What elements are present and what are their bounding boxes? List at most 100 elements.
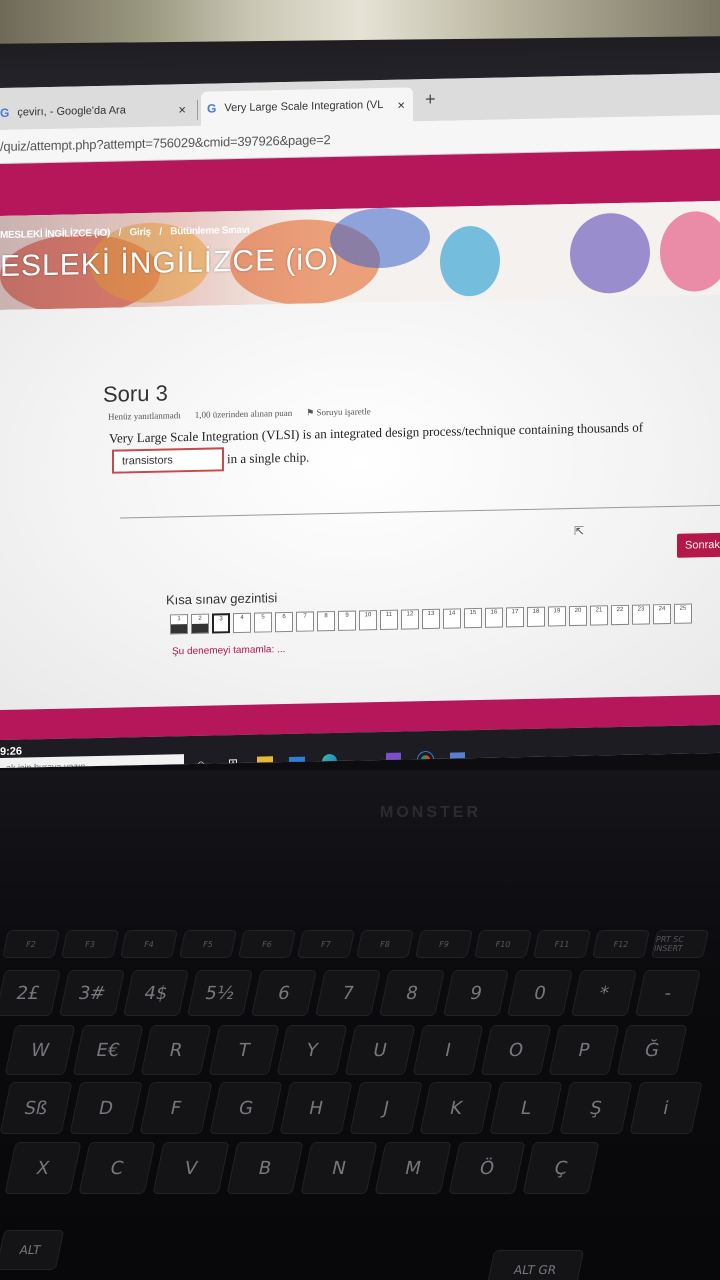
letter-key: Y xyxy=(276,1025,348,1075)
number-key: 9 xyxy=(443,970,509,1016)
function-key: F11 xyxy=(533,930,591,958)
breadcrumb-giris[interactable]: Giriş xyxy=(130,227,151,238)
modifier-key: ALT xyxy=(0,1230,65,1270)
tab-vlsi[interactable]: G Very Large Scale Integration (VLS × xyxy=(201,87,413,126)
letter-key: Ö xyxy=(448,1142,526,1194)
number-key: 2£ xyxy=(0,970,61,1016)
letter-key: P xyxy=(548,1025,620,1075)
laptop-brand-logo: MONSTER xyxy=(380,804,481,821)
taskbar-search-input[interactable]: ak için buraya yazın xyxy=(0,754,184,768)
quiz-nav-item-10[interactable]: 10 xyxy=(359,610,377,631)
chrome-shape xyxy=(417,751,433,767)
tab-google-search[interactable]: G çevirı, - Google'da Ara × xyxy=(0,92,194,130)
quiz-nav-item-1[interactable]: 1 xyxy=(170,614,188,635)
question-status: Henüz yanıtlanmadı xyxy=(108,410,181,422)
letter-key: Ğ xyxy=(616,1025,688,1075)
quiz-nav-item-18[interactable]: 18 xyxy=(527,606,545,627)
task-view-icon[interactable]: ⊞ xyxy=(224,755,242,768)
dot-icon[interactable]: · xyxy=(352,752,370,768)
tab-label: Very Large Scale Integration (VLS xyxy=(224,98,385,115)
question-text: Very Large Scale Integration (VLSI) is a… xyxy=(109,419,644,446)
number-key: - xyxy=(635,970,701,1016)
finish-attempt-link[interactable]: Şu denemeyi tamamla: ... xyxy=(172,644,285,657)
quiz-nav-item-13[interactable]: 13 xyxy=(422,608,440,630)
function-key: F12 xyxy=(592,930,650,958)
quiz-nav-item-8[interactable]: 8 xyxy=(317,610,335,632)
quiz-nav-item-7[interactable]: 7 xyxy=(296,611,314,632)
mail-shape xyxy=(289,756,305,768)
letter-key: L xyxy=(489,1082,563,1134)
tab-separator xyxy=(197,99,198,120)
next-page-button[interactable]: Sonrak xyxy=(677,532,720,558)
letter-key: I xyxy=(412,1025,484,1075)
quiz-nav-item-2[interactable]: 2 xyxy=(191,613,209,634)
quiz-nav-item-15[interactable]: 15 xyxy=(464,607,482,629)
letter-key: J xyxy=(349,1082,423,1134)
breadcrumb-separator: / xyxy=(159,226,162,238)
function-key: F7 xyxy=(297,930,355,958)
flag-question-link[interactable]: ⚑ Soruyu işaretle xyxy=(306,406,371,418)
chrome-icon[interactable] xyxy=(416,751,434,767)
letter-key: E€ xyxy=(72,1025,144,1075)
letter-key: T xyxy=(208,1025,280,1075)
folder-shape xyxy=(257,756,273,768)
letter-key: R xyxy=(140,1025,212,1075)
mail-icon[interactable] xyxy=(288,754,306,768)
letter-key: F xyxy=(139,1082,213,1134)
flag-icon: ⚑ xyxy=(306,407,317,418)
letter-key: N xyxy=(300,1142,378,1194)
new-tab-icon[interactable]: + xyxy=(425,89,436,110)
app-icon[interactable] xyxy=(448,750,466,766)
letter-key: X xyxy=(4,1142,82,1194)
function-key: F3 xyxy=(61,930,119,958)
quiz-nav-item-5[interactable]: 5 xyxy=(254,612,272,633)
laptop-screen: G çevirı, - Google'da Ara × G Very Large… xyxy=(0,72,720,768)
letter-key: K xyxy=(419,1082,493,1134)
question-points: 1,00 üzerinden alınan puan xyxy=(194,407,293,420)
clock-text: 9:26 xyxy=(0,745,23,758)
search-circle-icon[interactable]: ○ xyxy=(192,756,210,768)
quiz-nav-item-19[interactable]: 19 xyxy=(548,606,566,627)
number-key: 0 xyxy=(507,970,573,1016)
close-icon[interactable]: × xyxy=(178,102,186,117)
close-icon[interactable]: × xyxy=(397,97,405,112)
quiz-nav-item-14[interactable]: 14 xyxy=(443,608,461,629)
quiz-nav-item-4[interactable]: 4 xyxy=(233,612,251,634)
function-key: F4 xyxy=(120,930,178,958)
file-explorer-icon[interactable] xyxy=(256,754,274,768)
course-banner: MESLEKİ İNGİLİZCE (iO) / Giriş / Bütünle… xyxy=(0,200,720,310)
letter-key: D xyxy=(69,1082,143,1134)
answer-input[interactable]: transistors xyxy=(112,447,224,474)
quiz-nav-item-21[interactable]: 21 xyxy=(590,605,608,626)
quiz-nav-item-11[interactable]: 11 xyxy=(380,609,398,631)
breadcrumb-exam[interactable]: Bütünleme Sınavı xyxy=(170,225,249,238)
breadcrumb-course[interactable]: MESLEKİ İNGİLİZCE (iO) xyxy=(0,228,110,241)
letter-key: W xyxy=(4,1025,76,1075)
letter-key: Sß xyxy=(0,1082,73,1134)
question-text-after: in a single chip. xyxy=(227,449,310,467)
quiz-nav-item-25[interactable]: 25 xyxy=(674,603,692,624)
quiz-nav-item-9[interactable]: 9 xyxy=(338,610,356,631)
quiz-nav-item-12[interactable]: 12 xyxy=(401,609,419,630)
number-key: * xyxy=(571,970,637,1016)
quiz-nav-item-16[interactable]: 16 xyxy=(485,607,503,628)
mouse-cursor-icon: ⇱ xyxy=(574,523,585,538)
course-title: ESLEKİ İNGİLİZCE (iO) xyxy=(0,242,340,283)
letter-key: U xyxy=(344,1025,416,1075)
quiz-nav-item-3[interactable]: 3 xyxy=(212,613,230,634)
quiz-nav-item-6[interactable]: 6 xyxy=(275,611,293,633)
function-key: PRT SC INSERT xyxy=(651,930,709,958)
quiz-nav-item-22[interactable]: 22 xyxy=(611,604,629,626)
tab-label: çevirı, - Google'da Ara xyxy=(17,104,126,119)
quiz-nav-item-17[interactable]: 17 xyxy=(506,607,524,628)
number-key: 6 xyxy=(251,970,317,1016)
visual-studio-icon[interactable] xyxy=(384,752,402,768)
url-text[interactable]: /quiz/attempt.php?attempt=756029&cmid=39… xyxy=(0,132,331,154)
edge-icon[interactable] xyxy=(320,753,338,768)
quiz-nav-item-20[interactable]: 20 xyxy=(569,605,587,627)
quiz-nav-item-24[interactable]: 24 xyxy=(653,603,671,625)
letter-key: i xyxy=(629,1082,703,1134)
vs-shape xyxy=(385,752,401,767)
quiz-nav-item-23[interactable]: 23 xyxy=(632,604,650,625)
question-title: Soru 3 xyxy=(103,380,168,407)
